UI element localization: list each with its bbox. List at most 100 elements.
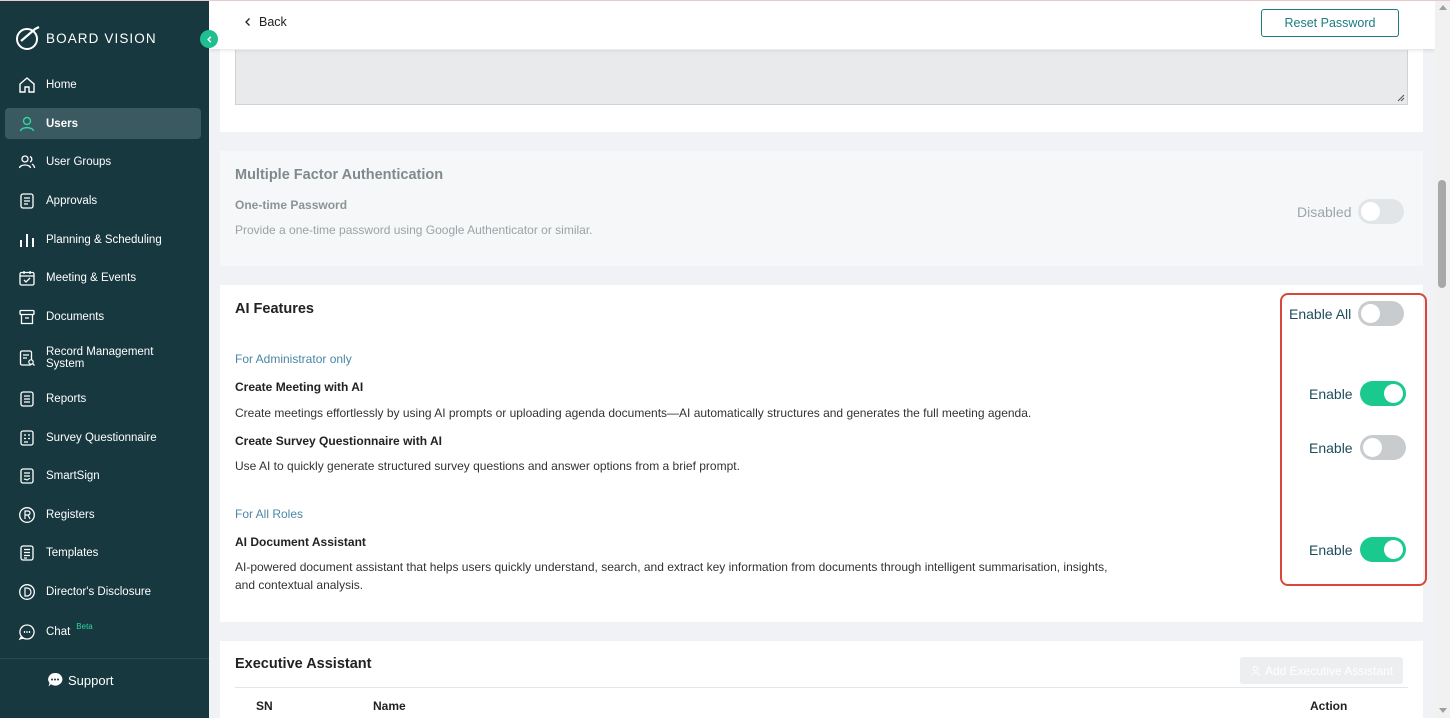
sidebar-item-planning[interactable]: Planning & Scheduling: [5, 224, 201, 255]
sidebar-item-chat[interactable]: Chat Beta: [5, 616, 201, 647]
create-survey-ai-toggle-label: Enable: [1309, 439, 1353, 456]
otp-toggle-group: Disabled: [1297, 199, 1405, 224]
bar-chart-icon: [18, 231, 36, 249]
add-executive-assistant-label: Add Executive Assistant: [1264, 663, 1394, 678]
archive-icon: [18, 308, 36, 326]
create-meeting-ai-description: Create meetings effortlessly by using AI…: [235, 406, 1032, 420]
sidebar-item-meetings[interactable]: Meeting & Events: [5, 262, 201, 293]
users-icon: [18, 153, 36, 171]
create-survey-ai-toggle-group: Enable: [1309, 435, 1406, 460]
sidebar-item-label: Chat: [46, 625, 71, 638]
calendar-check-icon: [18, 269, 36, 287]
disclosure-d-icon: [18, 583, 36, 601]
sidebar-item-label: Approvals: [46, 194, 98, 207]
sidebar-item-user-groups[interactable]: User Groups: [5, 146, 201, 177]
sidebar-item-label: User Groups: [46, 155, 112, 168]
sidebar-item-label: SmartSign: [46, 469, 100, 482]
ai-features-card: AI Features Enable All For Administrator…: [220, 285, 1423, 622]
executive-assistant-title: Executive Assistant: [235, 656, 372, 672]
create-meeting-ai-toggle-label: Enable: [1309, 385, 1353, 402]
create-survey-ai-title: Create Survey Questionnaire with AI: [235, 434, 442, 448]
column-header-sn: SN: [256, 699, 273, 713]
ai-document-assistant-description: AI-powered document assistant that helps…: [235, 560, 1108, 592]
back-label: Back: [259, 15, 287, 29]
sidebar-item-reports[interactable]: Reports: [5, 383, 201, 414]
create-meeting-ai-title: Create Meeting with AI: [235, 380, 364, 394]
page-scrollbar[interactable]: [1435, 0, 1450, 718]
app-logo[interactable]: BOARD VISION: [14, 24, 157, 52]
sidebar-item-registers[interactable]: Registers: [5, 499, 201, 530]
survey-icon: [18, 429, 36, 447]
sidebar-item-label: Templates: [46, 546, 99, 559]
otp-description: Provide a one-time password using Google…: [235, 223, 593, 237]
column-header-action: Action: [1310, 699, 1348, 713]
column-header-name: Name: [373, 699, 406, 713]
sidebar-item-label: Registers: [46, 508, 95, 521]
sidebar-item-label: Reports: [46, 392, 87, 405]
sidebar-item-smartsign[interactable]: SmartSign: [5, 460, 201, 491]
support-chat-icon: [48, 672, 63, 687]
ai-document-assistant-toggle[interactable]: [1359, 537, 1406, 562]
add-executive-assistant-button[interactable]: Add Executive Assistant: [1240, 657, 1403, 684]
window-top-border: [0, 0, 1450, 1]
sidebar-item-label: Planning & Scheduling: [46, 233, 162, 246]
sidebar-collapse-button[interactable]: [200, 30, 218, 48]
sidebar-item-approvals[interactable]: Approvals: [5, 185, 201, 216]
sidebar: BOARD VISION Home Users User Groups Appr…: [0, 0, 209, 718]
sidebar-item-label: Meeting & Events: [46, 271, 137, 284]
sidebar-item-label: Director's Disclosure: [46, 585, 152, 598]
previous-settings-card: [220, 40, 1423, 132]
registers-r-icon: [18, 506, 36, 524]
report-icon: [18, 390, 36, 408]
support-label: Support: [68, 672, 114, 688]
enable-all-toggle-group: Enable All: [1289, 301, 1405, 326]
sidebar-item-label: Users: [46, 117, 78, 130]
record-search-icon: [18, 349, 36, 367]
ai-features-title: AI Features: [235, 301, 314, 317]
scrollbar-thumb[interactable]: [1438, 180, 1446, 288]
all-roles-section-label: For All Roles: [235, 507, 304, 521]
reset-password-button[interactable]: Reset Password: [1261, 9, 1399, 37]
mfa-title: Multiple Factor Authentication: [235, 167, 444, 183]
ai-document-assistant-title: AI Document Assistant: [235, 535, 366, 549]
create-meeting-ai-toggle[interactable]: [1359, 381, 1406, 406]
mfa-card: Multiple Factor Authentication One-time …: [220, 151, 1423, 266]
logo-mark-icon: [16, 26, 40, 50]
chat-icon: [18, 623, 36, 641]
sidebar-item-users[interactable]: Users: [5, 108, 201, 139]
sign-icon: [18, 467, 36, 485]
create-survey-ai-toggle[interactable]: [1359, 435, 1406, 460]
back-link[interactable]: Back: [243, 15, 287, 29]
sidebar-item-label: Documents: [46, 310, 105, 323]
sidebar-item-survey[interactable]: Survey Questionnaire: [5, 422, 201, 453]
sidebar-item-documents[interactable]: Documents: [5, 301, 201, 332]
sidebar-item-record-management[interactable]: Record Management System: [5, 341, 201, 375]
executive-assistant-card: Executive Assistant Add Executive Assist…: [220, 641, 1423, 718]
support-button[interactable]: Support: [47, 672, 114, 688]
sidebar-divider: [0, 658, 209, 659]
beta-badge: Beta: [76, 622, 93, 631]
otp-toggle[interactable]: [1358, 199, 1405, 224]
approvals-icon: [18, 192, 36, 210]
admin-only-section-label: For Administrator only: [235, 352, 352, 366]
sidebar-item-directors-disclosure[interactable]: Director's Disclosure: [5, 576, 201, 607]
chevron-left-icon: [245, 18, 250, 26]
sidebar-item-home[interactable]: Home: [5, 69, 201, 100]
sidebar-item-label: Survey Questionnaire: [46, 431, 157, 444]
scroll-up-arrow-icon[interactable]: [1439, 5, 1447, 10]
user-icon: [18, 115, 36, 133]
templates-icon: [18, 544, 36, 562]
otp-toggle-label: Disabled: [1297, 203, 1352, 220]
notes-textarea[interactable]: [235, 50, 1408, 105]
sidebar-item-templates[interactable]: Templates: [5, 537, 201, 568]
sidebar-item-label: Record Management System: [46, 346, 154, 370]
ai-document-assistant-toggle-group: Enable: [1309, 537, 1406, 562]
create-meeting-ai-toggle-group: Enable: [1309, 381, 1406, 406]
scroll-down-arrow-icon[interactable]: [1439, 708, 1447, 713]
home-icon: [18, 76, 36, 94]
enable-all-toggle[interactable]: [1358, 301, 1405, 326]
resize-handle-icon[interactable]: [1397, 94, 1405, 102]
enable-all-label: Enable All: [1289, 305, 1352, 322]
main-content: Back Reset Password Multiple Factor Auth…: [209, 0, 1435, 718]
ai-document-assistant-toggle-label: Enable: [1309, 541, 1353, 558]
